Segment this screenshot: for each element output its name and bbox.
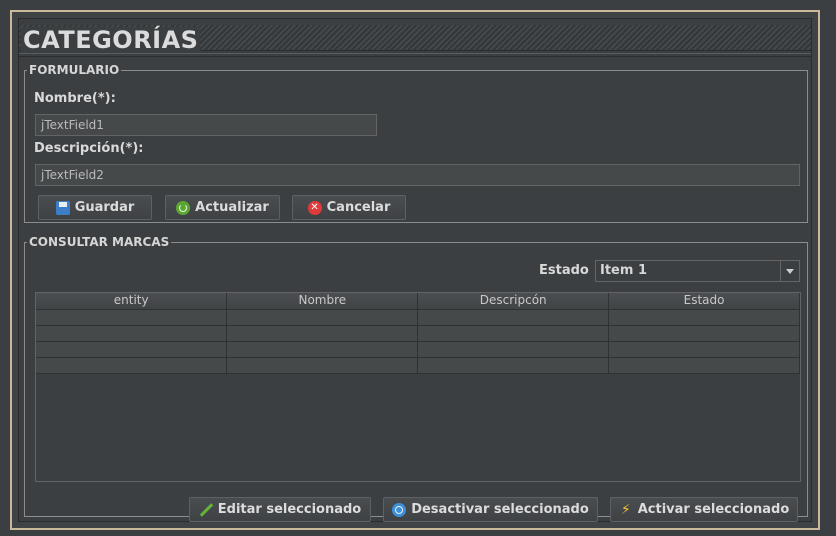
activate-selected-label: Activar seleccionado: [637, 502, 790, 517]
edit-selected-label: Editar seleccionado: [217, 502, 362, 517]
lightning-icon: ⚡: [620, 501, 631, 518]
results-table[interactable]: entity Nombre Descripcón Estado: [35, 292, 801, 482]
estado-label: Estado: [539, 263, 589, 278]
internal-frame: CATEGORÍAS FORMULARIO Nombre(*): jTextFi…: [18, 18, 812, 522]
table-cell: [36, 309, 228, 326]
description-input[interactable]: jTextField2: [35, 164, 800, 186]
activate-selected-button[interactable]: ⚡ Activar seleccionado: [610, 497, 798, 522]
table-cell: [36, 325, 228, 342]
table-row[interactable]: [36, 341, 800, 358]
name-input[interactable]: jTextField1: [35, 114, 377, 136]
table-cell: [608, 309, 800, 326]
table-cell: [417, 341, 610, 358]
name-label: Nombre(*):: [34, 91, 116, 106]
refresh-icon: [176, 200, 191, 215]
table-cell: [226, 309, 419, 326]
title-bar[interactable]: CATEGORÍAS: [19, 25, 811, 54]
table-cell: [226, 325, 419, 342]
edit-selected-button[interactable]: Editar seleccionado: [189, 497, 371, 522]
table-cell: [36, 341, 228, 358]
table-cell: [608, 357, 800, 374]
cancel-button-label: Cancelar: [326, 200, 391, 215]
update-button-label: Actualizar: [195, 200, 269, 215]
query-group: CONSULTAR MARCAS Estado Item 1 entity No…: [24, 235, 808, 522]
save-button[interactable]: Guardar: [38, 195, 152, 220]
close-circle-icon: ✕: [307, 200, 322, 215]
title-separator: [19, 53, 811, 57]
table-cell: [608, 341, 800, 358]
column-header-descripcion[interactable]: Descripcón: [417, 293, 610, 310]
table-header-row: entity Nombre Descripcón Estado: [36, 293, 800, 310]
cancel-button[interactable]: ✕ Cancelar: [292, 195, 406, 220]
update-button[interactable]: Actualizar: [165, 195, 280, 220]
results-grid: entity Nombre Descripcón Estado: [36, 293, 800, 374]
deactivate-selected-label: Desactivar seleccionado: [411, 502, 589, 517]
form-group: FORMULARIO Nombre(*): jTextField1 Descri…: [24, 63, 808, 223]
save-button-label: Guardar: [74, 200, 135, 215]
form-legend: FORMULARIO: [29, 63, 120, 77]
column-header-estado[interactable]: Estado: [608, 293, 800, 310]
chevron-down-icon[interactable]: [780, 261, 799, 281]
table-row[interactable]: [36, 357, 800, 374]
table-row[interactable]: [36, 325, 800, 342]
table-cell: [417, 325, 610, 342]
pencil-icon: [199, 503, 213, 517]
deactivate-selected-button[interactable]: Desactivar seleccionado: [383, 497, 598, 522]
table-cell: [226, 341, 419, 358]
table-cell: [417, 357, 610, 374]
estado-select[interactable]: Item 1: [595, 260, 800, 282]
power-icon: [392, 502, 407, 517]
estado-selected-value: Item 1: [600, 263, 647, 278]
table-cell: [226, 357, 419, 374]
window-frame: CATEGORÍAS FORMULARIO Nombre(*): jTextFi…: [10, 10, 820, 530]
column-header-entity[interactable]: entity: [36, 293, 228, 310]
description-label: Descripción(*):: [34, 141, 144, 156]
window-title: CATEGORÍAS: [21, 26, 201, 54]
floppy-disk-icon: [55, 200, 70, 215]
query-legend: CONSULTAR MARCAS: [29, 235, 170, 249]
column-header-nombre[interactable]: Nombre: [226, 293, 419, 310]
table-cell: [36, 357, 228, 374]
table-cell: [417, 309, 610, 326]
table-cell: [608, 325, 800, 342]
table-row[interactable]: [36, 309, 800, 326]
